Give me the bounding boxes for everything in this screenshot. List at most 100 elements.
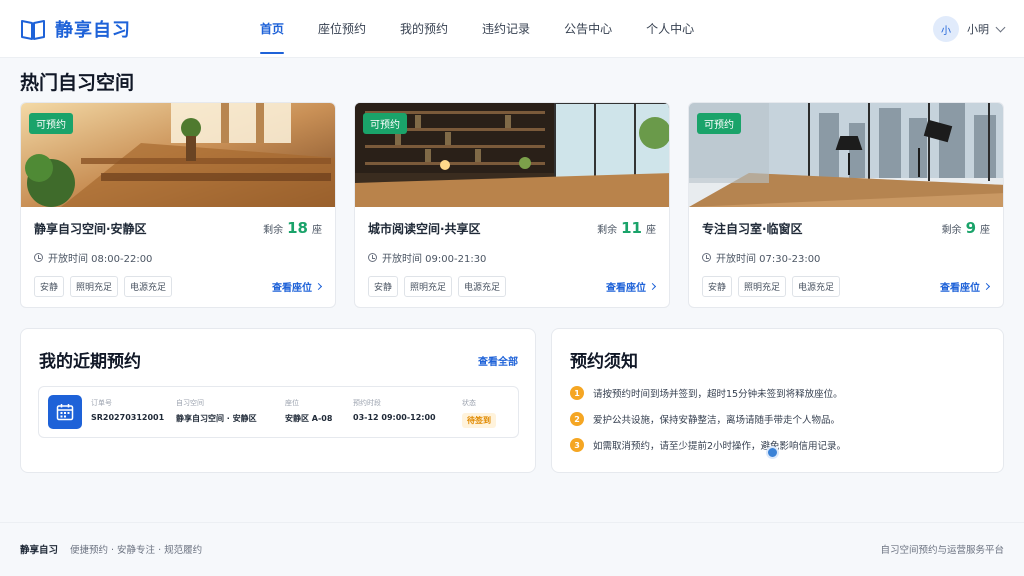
status-label: 状态	[462, 399, 476, 407]
seat-column: 座位 安静区 A-08	[285, 398, 332, 424]
nav-item-my-reservations[interactable]: 我的预约	[383, 0, 465, 58]
nav-item-seat-booking[interactable]: 座位预约	[301, 0, 383, 58]
reservation-row[interactable]: 订单号 SR20270312001 自习空间 静享自习空间 · 安静区 座位 安…	[38, 386, 519, 438]
section-title: 热门自习空间	[20, 72, 135, 94]
view-seats-link[interactable]: 查看座位	[606, 279, 657, 294]
tag: 电源充足	[124, 276, 173, 297]
view-seats-label: 查看座位	[940, 283, 980, 294]
space-photo: 可预约	[21, 103, 335, 207]
status-badge: 可预约	[29, 113, 73, 134]
order-column: 订单号 SR20270312001	[91, 398, 164, 422]
remaining-seats: 剩余 9 座	[942, 219, 990, 237]
logo[interactable]: 静享自习	[20, 16, 131, 42]
footer: 静享自习 便捷预约 · 安静专注 · 规范履约 自习空间预约与运营服务平台	[0, 522, 1024, 576]
cursor-indicator	[766, 446, 779, 459]
time-value: 03-12 09:00-12:00	[353, 413, 436, 422]
view-seats-link[interactable]: 查看座位	[940, 279, 991, 294]
tag: 照明充足	[70, 276, 119, 297]
tag: 照明充足	[738, 276, 787, 297]
opening-hours: 开放时间 07:30-23:00	[702, 250, 820, 265]
space-column: 自习空间 静享自习空间 · 安静区	[176, 398, 257, 424]
seat-label: 座位	[285, 399, 299, 407]
remaining-label: 剩余	[941, 225, 962, 236]
time-column: 预约时段 03-12 09:00-12:00	[353, 398, 436, 422]
space-card[interactable]: 可预约 静享自习空间·安静区 剩余 18 座 开放时间 08:00-22:00 …	[20, 102, 336, 308]
nav-item-profile[interactable]: 个人中心	[629, 0, 711, 58]
hours-text: 开放时间 09:00-21:30	[382, 254, 487, 265]
nav-item-violations[interactable]: 违约记录	[465, 0, 547, 58]
notice-item: 3 如需取消预约，请至少提前2小时操作，避免影响信用记录。	[570, 438, 846, 452]
footer-brand: 静享自习	[20, 545, 59, 556]
panel-title: 我的近期预约	[39, 352, 141, 372]
user-name: 小明	[967, 23, 989, 36]
chevron-down-icon	[995, 22, 1006, 32]
notice-text: 请按预约时间到场并签到，超时15分钟未签到将释放座位。	[593, 389, 843, 400]
hours-text: 开放时间 07:30-23:00	[716, 254, 821, 265]
user-menu[interactable]: 小 小明	[933, 16, 1006, 42]
status-badge: 待签到	[462, 413, 496, 428]
opening-hours: 开放时间 08:00-22:00	[34, 250, 152, 265]
notice-number: 2	[570, 412, 584, 426]
space-card[interactable]: 可预约 专注自习室·临窗区 剩余 9 座 开放时间 07:30-23:00 安静…	[688, 102, 1004, 308]
app-title: 静享自习	[55, 20, 131, 41]
footer-platform: 自习空间预约与运营服务平台	[880, 545, 1004, 556]
chevron-right-icon	[648, 282, 657, 291]
nav-item-announcements[interactable]: 公告中心	[547, 0, 629, 58]
space-name: 专注自习室·临窗区	[702, 222, 803, 236]
main-nav: 首页 座位预约 我的预约 违约记录 公告中心 个人中心	[243, 0, 711, 58]
opening-hours: 开放时间 09:00-21:30	[368, 250, 486, 265]
seat-value: 安静区 A-08	[285, 414, 333, 423]
clock-icon	[368, 253, 377, 262]
notice-text: 爱护公共设施，保持安静整洁，离场请随手带走个人物品。	[593, 415, 841, 426]
space-cards: 可预约 静享自习空间·安静区 剩余 18 座 开放时间 08:00-22:00 …	[20, 102, 1004, 308]
footer-slogan: 便捷预约 · 安静专注 · 规范履约	[70, 545, 203, 556]
tag: 照明充足	[404, 276, 453, 297]
space-photo: 可预约	[689, 103, 1003, 207]
tag-list: 安静 照明充足 电源充足	[34, 276, 173, 297]
remaining-unit: 座	[646, 225, 656, 236]
view-seats-label: 查看座位	[606, 283, 646, 294]
remaining-count: 11	[621, 219, 642, 237]
clock-icon	[702, 253, 711, 262]
remaining-label: 剩余	[263, 225, 284, 236]
notice-item: 2 爱护公共设施，保持安静整洁，离场请随手带走个人物品。	[570, 412, 840, 426]
view-all-link[interactable]: 查看全部	[478, 353, 518, 368]
tag-list: 安静 照明充足 电源充足	[702, 276, 841, 297]
notice-text: 如需取消预约，请至少提前2小时操作，避免影响信用记录。	[593, 441, 847, 452]
order-label: 订单号	[91, 399, 112, 407]
clock-icon	[34, 253, 43, 262]
tag: 安静	[702, 276, 733, 297]
recent-reservations-panel: 我的近期预约 查看全部 订单号 SR20270312001 自习空间 静享自习空…	[20, 328, 536, 473]
view-seats-link[interactable]: 查看座位	[272, 279, 323, 294]
status-badge: 可预约	[363, 113, 407, 134]
space-photo: 可预约	[355, 103, 669, 207]
time-label: 预约时段	[353, 399, 381, 407]
space-name: 静享自习空间·安静区	[34, 222, 147, 236]
tag: 安静	[368, 276, 399, 297]
remaining-label: 剩余	[597, 225, 618, 236]
avatar: 小	[933, 16, 959, 42]
top-header: 静享自习 首页 座位预约 我的预约 违约记录 公告中心 个人中心 小 小明	[0, 0, 1024, 58]
remaining-count: 18	[287, 219, 308, 237]
panel-title: 预约须知	[570, 352, 638, 372]
notice-item: 1 请按预约时间到场并签到，超时15分钟未签到将释放座位。	[570, 386, 843, 400]
tag: 电源充足	[792, 276, 841, 297]
notice-number: 3	[570, 438, 584, 452]
notice-number: 1	[570, 386, 584, 400]
chevron-right-icon	[314, 282, 323, 291]
space-label: 自习空间	[176, 399, 204, 407]
remaining-seats: 剩余 18 座	[263, 219, 322, 237]
book-icon	[21, 20, 45, 40]
chevron-right-icon	[982, 282, 991, 291]
space-card[interactable]: 可预约 城市阅读空间·共享区 剩余 11 座 开放时间 09:00-21:30 …	[354, 102, 670, 308]
nav-item-home[interactable]: 首页	[243, 0, 301, 58]
hours-text: 开放时间 08:00-22:00	[48, 254, 153, 265]
tag-list: 安静 照明充足 电源充足	[368, 276, 507, 297]
space-value: 静享自习空间 · 安静区	[176, 414, 257, 423]
status-badge: 可预约	[697, 113, 741, 134]
remaining-count: 9	[965, 219, 976, 237]
tag: 电源充足	[458, 276, 507, 297]
status-column: 状态 待签到	[462, 398, 496, 428]
view-seats-label: 查看座位	[272, 283, 312, 294]
remaining-unit: 座	[980, 225, 990, 236]
